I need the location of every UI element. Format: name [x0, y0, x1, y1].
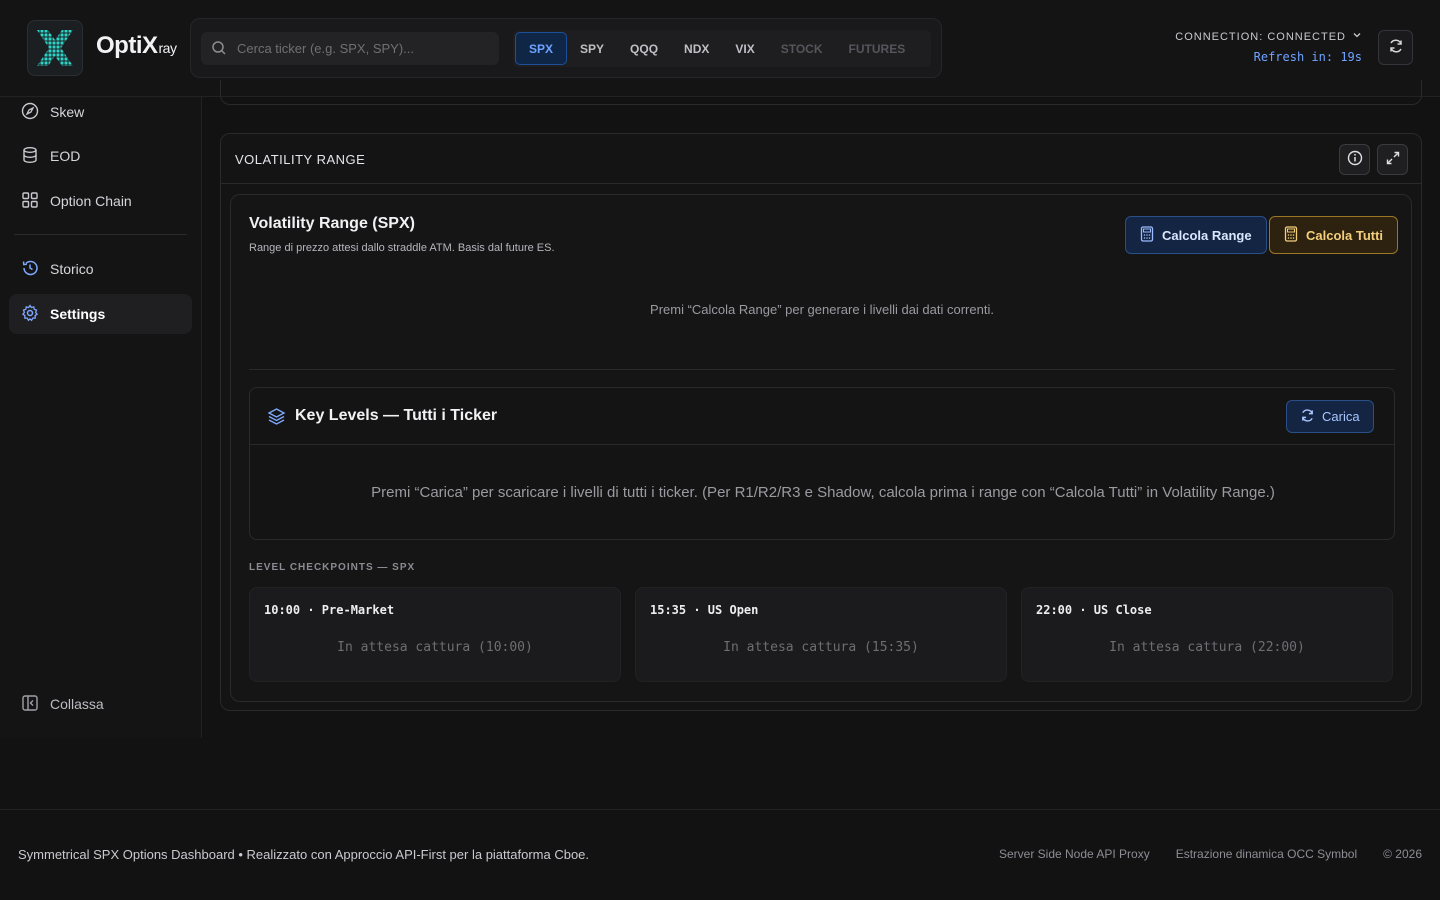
refresh-icon: [1300, 408, 1315, 426]
carica-button[interactable]: Carica: [1286, 400, 1374, 433]
sidebar-item-label: Skew: [50, 104, 85, 120]
refresh-countdown: Refresh in: 19s: [1253, 50, 1362, 64]
card-title: VOLATILITY RANGE: [235, 152, 366, 167]
ticker-tab-futures[interactable]: FUTURES: [836, 32, 919, 65]
sidebar-collapse-label: Collassa: [50, 696, 104, 712]
app-logo-text: OptiXray: [96, 32, 177, 60]
button-label: Calcola Range: [1162, 227, 1252, 243]
refresh-button[interactable]: [1378, 30, 1413, 65]
search-icon: [211, 40, 227, 59]
sidebar-item-storico[interactable]: Storico: [9, 249, 192, 289]
volatility-subtitle: Range di prezzo attesi dallo straddle AT…: [249, 242, 555, 254]
volatility-hint: Premi “Calcola Range” per generare i liv…: [650, 302, 994, 317]
footer-links: Server Side Node API Proxy Estrazione di…: [999, 847, 1422, 861]
calcola-tutti-button[interactable]: Calcola Tutti: [1269, 216, 1399, 254]
logo-icon: [27, 20, 83, 76]
footer-link-occ-symbol[interactable]: Estrazione dinamica OCC Symbol: [1176, 847, 1357, 861]
compass-icon: [21, 102, 39, 123]
database-icon: [21, 146, 39, 167]
calcola-range-button[interactable]: Calcola Range: [1125, 216, 1267, 254]
card-header: VOLATILITY RANGE: [221, 134, 1421, 184]
ticker-search-input[interactable]: [237, 32, 492, 65]
chevron-down-icon: [1352, 30, 1362, 43]
sidebar: Skew EOD Option Chain Storico Settings C…: [0, 97, 202, 738]
button-label: Carica: [1322, 409, 1360, 424]
grid-icon: [21, 191, 39, 212]
sidebar-item-label: Option Chain: [50, 193, 132, 209]
calculator-icon: [1284, 225, 1298, 245]
sidebar-item-skew[interactable]: Skew: [9, 92, 192, 132]
key-levels-message: Premi “Carica” per scaricare i livelli d…: [371, 484, 1275, 501]
search-box: [201, 32, 499, 65]
key-levels-title: Key Levels — Tutti i Ticker: [295, 407, 498, 424]
app-name: OptiX: [96, 32, 158, 59]
gear-icon: [21, 303, 39, 325]
ticker-tab-stock[interactable]: STOCK: [768, 32, 836, 65]
sidebar-item-label: Storico: [50, 261, 94, 277]
ticker-tabs: SPX SPY QQQ NDX VIX STOCK FUTURES: [513, 30, 931, 67]
sidebar-item-option-chain[interactable]: Option Chain: [9, 181, 192, 221]
layers-icon: [267, 407, 286, 429]
calculator-icon: [1140, 225, 1154, 245]
connection-label: CONNECTION: CONNECTED: [1175, 30, 1346, 43]
section-divider: [249, 369, 1395, 370]
ticker-search-panel: SPX SPY QQQ NDX VIX STOCK FUTURES: [190, 18, 942, 78]
expand-button[interactable]: [1377, 144, 1408, 175]
sidebar-divider: [14, 234, 187, 235]
ticker-tab-qqq[interactable]: QQQ: [617, 32, 671, 65]
ticker-tab-spx[interactable]: SPX: [515, 32, 568, 65]
checkpoint-title: 15:35 · US Open: [650, 603, 759, 617]
volatility-title: Volatility Range (SPX): [249, 215, 415, 232]
checkpoint-status: In attesa cattura (22:00): [1109, 640, 1305, 655]
key-levels-card: Key Levels — Tutti i Ticker Carica Premi…: [249, 387, 1395, 540]
checkpoints-label: LEVEL CHECKPOINTS — SPX: [249, 562, 416, 573]
volatility-range-card: VOLATILITY RANGE Volatility Range (SPX) …: [220, 133, 1422, 711]
sidebar-item-eod[interactable]: EOD: [9, 136, 192, 176]
previous-card-edge: [220, 80, 1422, 105]
checkpoint-status: In attesa cattura (10:00): [337, 640, 533, 655]
checkpoint-card: 15:35 · US Open In attesa cattura (15:35…: [635, 587, 1007, 682]
footer-description: Symmetrical SPX Options Dashboard • Real…: [18, 847, 590, 862]
ticker-tab-spy[interactable]: SPY: [567, 32, 617, 65]
sidebar-collapse-button[interactable]: Collassa: [9, 684, 192, 724]
sidebar-item-label: Settings: [50, 306, 106, 322]
checkpoint-title: 10:00 · Pre-Market: [264, 603, 395, 617]
refresh-icon: [1388, 38, 1404, 57]
expand-icon: [1385, 150, 1401, 169]
app-name-suffix: ray: [158, 40, 177, 56]
volatility-range-panel: Volatility Range (SPX) Range di prezzo a…: [230, 194, 1412, 702]
footer: Symmetrical SPX Options Dashboard • Real…: [0, 809, 1440, 900]
sidebar-item-label: EOD: [50, 148, 81, 164]
checkpoint-status: In attesa cattura (15:35): [723, 640, 919, 655]
key-levels-header: Key Levels — Tutti i Ticker Carica: [250, 388, 1394, 445]
info-button[interactable]: [1339, 144, 1370, 175]
footer-link-api-proxy[interactable]: Server Side Node API Proxy: [999, 847, 1150, 861]
info-icon: [1347, 150, 1363, 169]
connection-status[interactable]: CONNECTION: CONNECTED Refresh in: 19s: [1175, 30, 1362, 65]
sidebar-collapse-icon: [21, 694, 39, 715]
checkpoint-title: 22:00 · US Close: [1036, 603, 1152, 617]
button-label: Calcola Tutti: [1306, 227, 1384, 243]
checkpoint-card: 22:00 · US Close In attesa cattura (22:0…: [1021, 587, 1393, 682]
sidebar-item-settings[interactable]: Settings: [9, 294, 192, 334]
checkpoint-card: 10:00 · Pre-Market In attesa cattura (10…: [249, 587, 621, 682]
ticker-tab-ndx[interactable]: NDX: [671, 32, 722, 65]
ticker-tab-vix[interactable]: VIX: [722, 32, 767, 65]
footer-copyright: © 2026: [1383, 847, 1422, 861]
history-icon: [21, 259, 39, 280]
